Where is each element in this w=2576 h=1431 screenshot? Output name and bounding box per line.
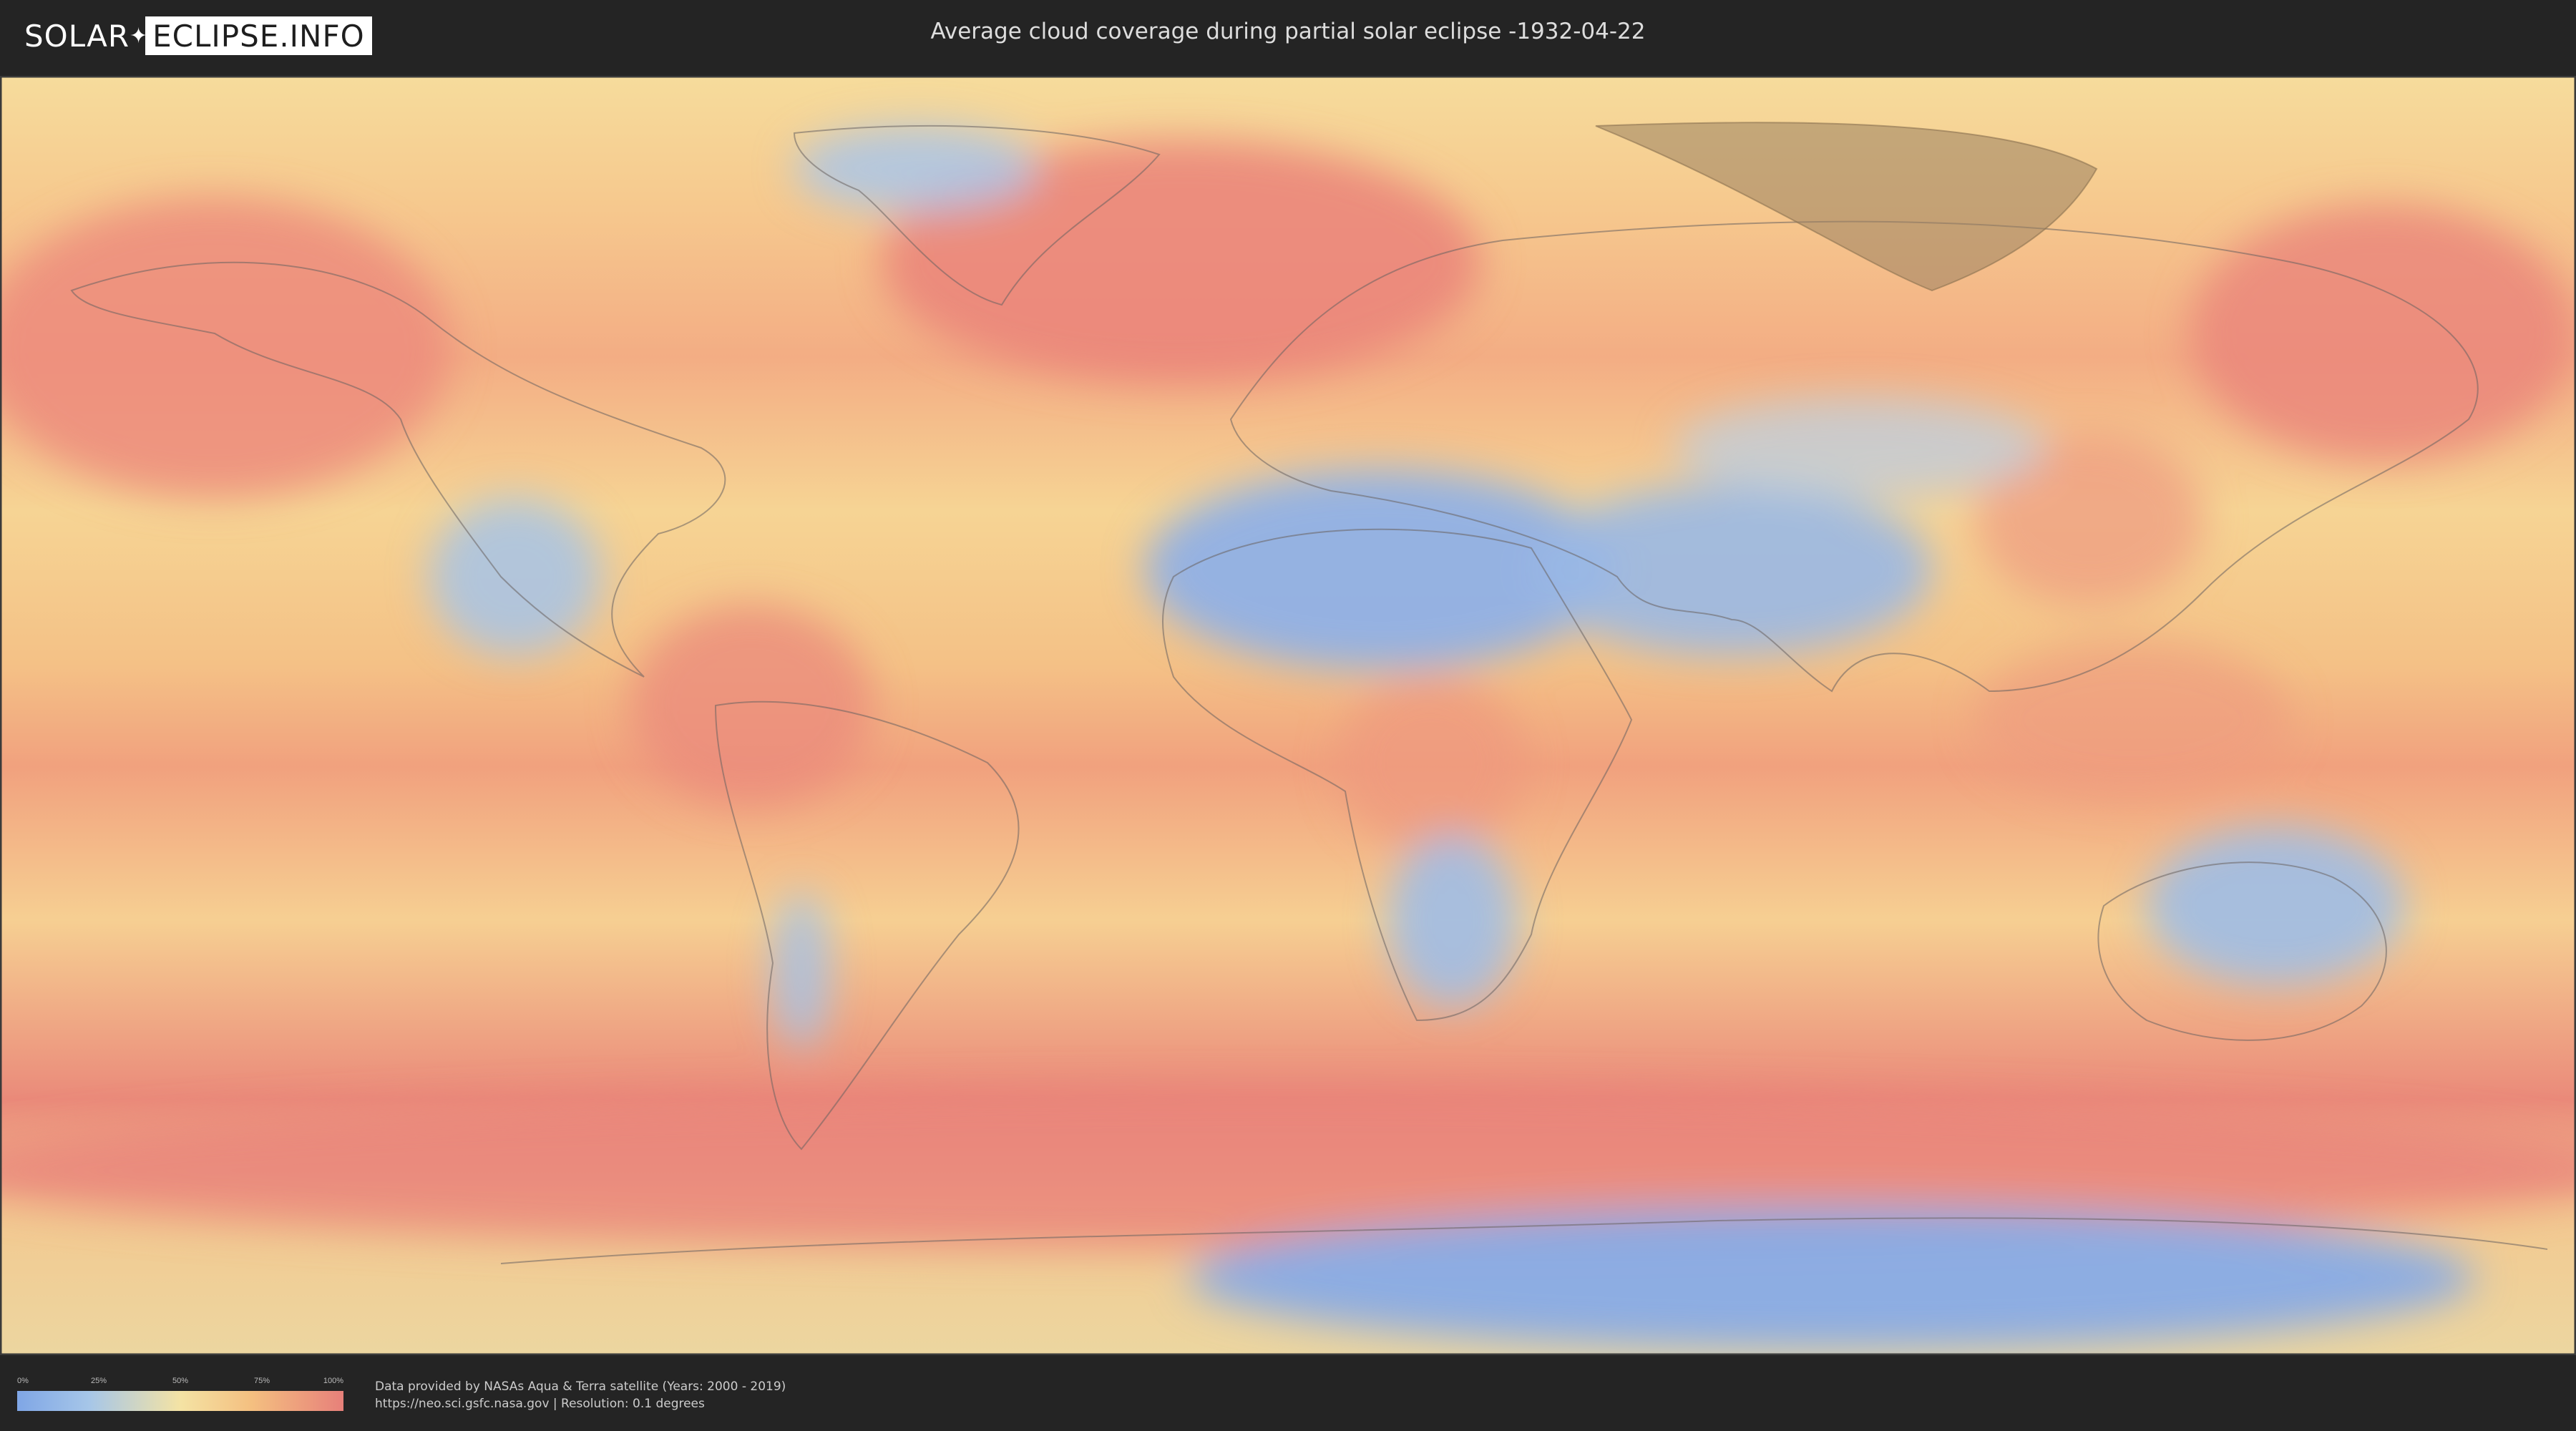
color-legend: 0% 25% 50% 75% 100% bbox=[17, 1377, 343, 1411]
top-bar: SOLAR ✦ ECLIPSE.INFO Average cloud cover… bbox=[0, 0, 2576, 72]
credit-source: Data provided by NASAs Aqua & Terra sate… bbox=[375, 1379, 786, 1394]
legend-color-bar bbox=[17, 1391, 343, 1411]
data-credit: Data provided by NASAs Aqua & Terra sate… bbox=[375, 1378, 786, 1412]
legend-ticks: 0% 25% 50% 75% 100% bbox=[17, 1377, 343, 1387]
legend-tick: 25% bbox=[90, 1377, 107, 1385]
credit-link[interactable]: https://neo.sci.gsfc.nasa.gov | Resoluti… bbox=[375, 1395, 786, 1412]
page-title: Average cloud coverage during partial so… bbox=[930, 19, 1646, 44]
legend-tick: 0% bbox=[17, 1377, 29, 1385]
legend-tick: 50% bbox=[172, 1377, 189, 1385]
legend-tick: 75% bbox=[253, 1377, 270, 1385]
cloud-coverage-map[interactable] bbox=[0, 76, 2576, 1355]
legend-tick: 100% bbox=[323, 1377, 343, 1385]
